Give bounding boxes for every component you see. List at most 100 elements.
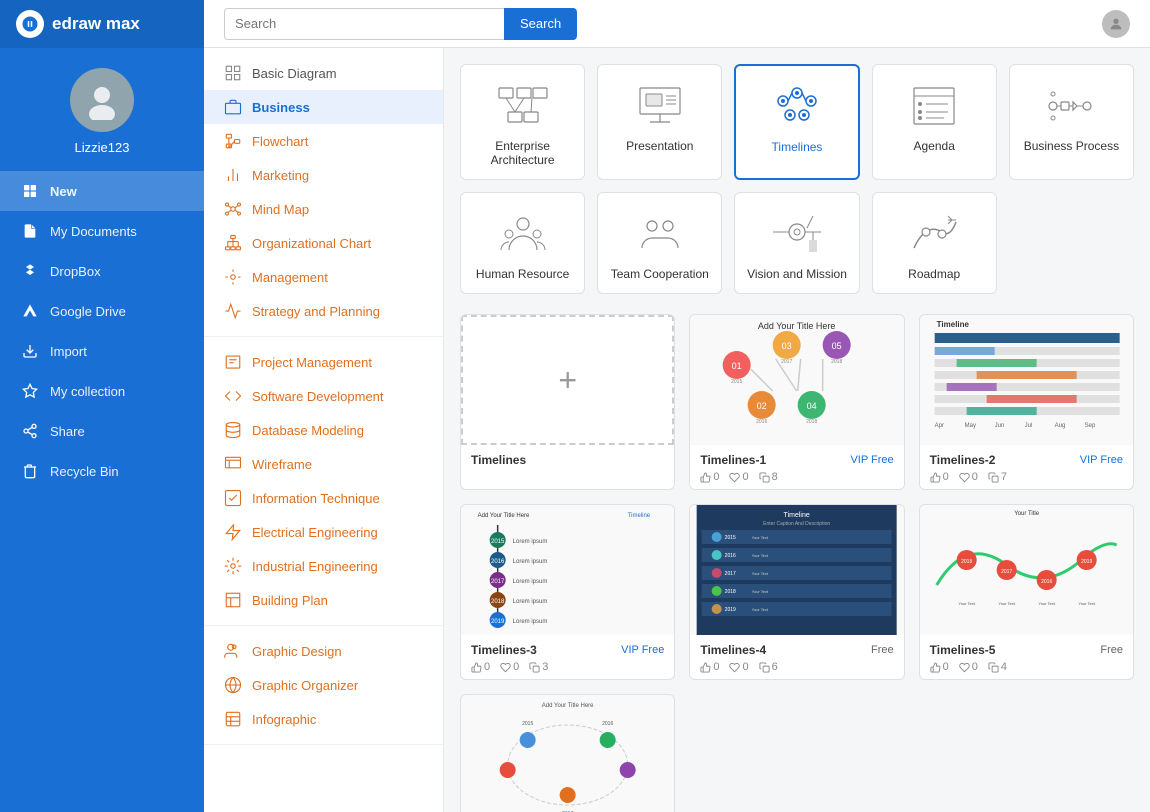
cat-database-modeling[interactable]: Database Modeling [204, 413, 443, 447]
my-documents-icon [20, 221, 40, 241]
template-type-human-resource[interactable]: Human Resource [460, 192, 585, 294]
template-stats: 0 0 6 [700, 661, 893, 673]
cat-strategy[interactable]: Strategy and Planning [204, 294, 443, 328]
template-type-presentation[interactable]: Presentation [597, 64, 722, 180]
template-card-timelines-1[interactable]: Add Your Title Here 01 03 05 02 04 [689, 314, 904, 490]
likes-count: 0 [943, 471, 949, 483]
template-thumb-timelines-2: Timeline [920, 315, 1133, 445]
template-thumb-timelines-4: Timeline Enter Caption And Description [690, 505, 903, 635]
cat-basic-diagram[interactable]: Basic Diagram [204, 56, 443, 90]
sidebar-item-import[interactable]: Import [0, 331, 204, 371]
new-icon [20, 181, 40, 201]
svg-text:2018: 2018 [831, 359, 842, 365]
cat-graphic-design[interactable]: Graphic Design [204, 634, 443, 668]
sidebar-item-my-collection-label: My collection [50, 384, 125, 399]
sidebar-item-google-drive[interactable]: Google Drive [0, 291, 204, 331]
svg-text:Your Text: Your Text [752, 553, 769, 558]
cat-mind-map[interactable]: Mind Map [204, 192, 443, 226]
svg-text:2018: 2018 [961, 559, 972, 565]
likes-count: 0 [713, 471, 719, 483]
template-type-timelines[interactable]: Timelines [734, 64, 859, 180]
cat-info-technique[interactable]: Information Technique [204, 481, 443, 515]
sidebar-item-import-label: Import [50, 344, 87, 359]
copies-stat: 7 [988, 471, 1007, 483]
cat-electrical-eng[interactable]: Electrical Engineering [204, 515, 443, 549]
svg-text:2015: 2015 [491, 539, 505, 545]
svg-text:2019: 2019 [725, 607, 736, 613]
cat-industrial-eng[interactable]: Industrial Engineering [204, 549, 443, 583]
sidebar-item-share[interactable]: Share [0, 411, 204, 451]
sidebar-item-new[interactable]: New [0, 171, 204, 211]
svg-text:Aug: Aug [1054, 423, 1065, 429]
svg-text:Your Text: Your Text [958, 601, 975, 606]
template-type-label: Roadmap [908, 267, 960, 281]
user-avatar-icon[interactable] [1102, 10, 1130, 38]
template-card-timelines-4[interactable]: Timeline Enter Caption And Description [689, 504, 904, 680]
svg-text:Enter Caption And Description: Enter Caption And Description [764, 521, 831, 527]
svg-text:Apr: Apr [934, 423, 943, 429]
cat-org-chart[interactable]: Organizational Chart [204, 226, 443, 260]
cat-project-management[interactable]: Project Management [204, 345, 443, 379]
hearts-stat: 0 [729, 471, 748, 483]
hearts-stat: 0 [959, 471, 978, 483]
svg-text:Your Text: Your Text [998, 601, 1015, 606]
search-input[interactable] [224, 8, 504, 40]
template-type-label: Presentation [626, 139, 693, 153]
logo-bar: edraw max [0, 0, 204, 48]
main-container: Search Basic Diagram Business [204, 0, 1150, 812]
sidebar-item-my-documents[interactable]: My Documents [0, 211, 204, 251]
template-type-team-cooperation[interactable]: Team Cooperation [597, 192, 722, 294]
sidebar-item-recycle-bin[interactable]: Recycle Bin [0, 451, 204, 491]
svg-text:Your Title: Your Title [1014, 511, 1039, 517]
template-name: Timelines-5 [930, 643, 996, 657]
svg-text:2018: 2018 [491, 599, 505, 605]
new-template-card[interactable]: + Timelines [460, 314, 675, 490]
share-icon [20, 421, 40, 441]
svg-text:2018: 2018 [806, 419, 817, 425]
sidebar: edraw max Lizzie123 New My Documents [0, 0, 204, 812]
template-badge: VIP Free [621, 644, 664, 656]
svg-text:Jun: Jun [994, 423, 1004, 429]
search-button[interactable]: Search [504, 8, 577, 40]
template-type-roadmap[interactable]: Roadmap [872, 192, 997, 294]
import-icon [20, 341, 40, 361]
user-profile: Lizzie123 [0, 48, 204, 171]
cat-marketing[interactable]: Marketing [204, 158, 443, 192]
template-card-timelines-5[interactable]: Your Title 2018 2017 2016 2019 Your Text [919, 504, 1134, 680]
cat-wireframe[interactable]: Wireframe [204, 447, 443, 481]
cat-infographic[interactable]: Infographic [204, 702, 443, 736]
template-type-agenda[interactable]: Agenda [872, 64, 997, 180]
svg-text:2015: 2015 [731, 379, 742, 385]
svg-text:Your Text: Your Text [1038, 601, 1055, 606]
search-container: Search [224, 8, 577, 40]
svg-text:2016: 2016 [725, 553, 736, 559]
template-card-timelines-6[interactable]: Add Your Title Here 2015 2016 2017 [460, 694, 675, 812]
category-group-3: Graphic Design Graphic Organizer Infogra… [204, 634, 443, 745]
cat-building-plan[interactable]: Building Plan [204, 583, 443, 617]
template-thumb-timelines-5: Your Title 2018 2017 2016 2019 Your Text [920, 505, 1133, 635]
svg-text:Your Text: Your Text [752, 607, 769, 612]
svg-text:03: 03 [782, 341, 792, 351]
sidebar-item-my-collection[interactable]: My collection [0, 371, 204, 411]
category-menu: Basic Diagram Business Flowchart Marketi… [204, 48, 444, 812]
template-badge: Free [1100, 644, 1123, 656]
hearts-count: 0 [742, 471, 748, 483]
hearts-count: 0 [972, 471, 978, 483]
template-card-timelines-3[interactable]: Add Your Title Here Timeline 2015 2016 2… [460, 504, 675, 680]
template-badge: Free [871, 644, 894, 656]
sidebar-item-dropbox[interactable]: DropBox [0, 251, 204, 291]
template-type-label: Vision and Mission [747, 267, 847, 281]
cat-flowchart[interactable]: Flowchart [204, 124, 443, 158]
template-type-business-process[interactable]: Business Process [1009, 64, 1134, 180]
template-card-timelines-2[interactable]: Timeline [919, 314, 1134, 490]
cat-graphic-organizer[interactable]: Graphic Organizer [204, 668, 443, 702]
cat-management[interactable]: Management [204, 260, 443, 294]
template-badge: VIP Free [1080, 454, 1123, 466]
google-drive-icon [20, 301, 40, 321]
template-type-vision-mission[interactable]: Vision and Mission [734, 192, 859, 294]
template-type-enterprise-architecture[interactable]: Enterprise Architecture [460, 64, 585, 180]
cat-business[interactable]: Business [204, 90, 443, 124]
cat-software-dev[interactable]: Software Development [204, 379, 443, 413]
avatar [70, 68, 134, 132]
template-thumb-timelines-6: Add Your Title Here 2015 2016 2017 [461, 695, 674, 812]
